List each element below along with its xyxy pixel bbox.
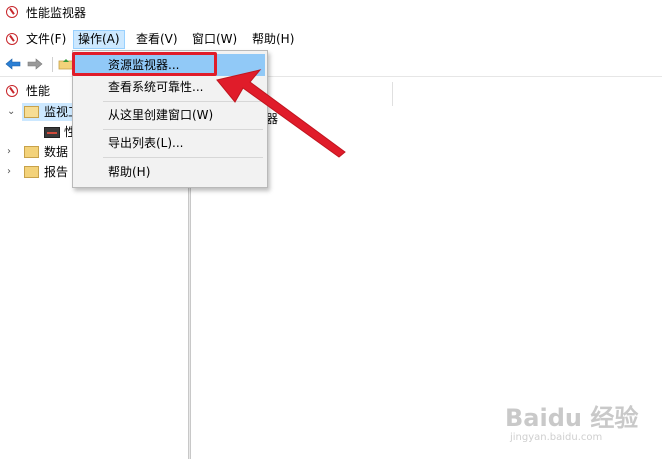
chevron-right-icon[interactable]: › xyxy=(7,147,17,157)
menu-item-help[interactable]: 帮助(H) xyxy=(75,161,265,183)
system-menu-icon[interactable] xyxy=(6,33,18,45)
tree-item-label: 数据 xyxy=(44,145,69,159)
forward-arrow-icon[interactable] xyxy=(27,58,43,70)
menu-file[interactable]: 文件(F) xyxy=(22,31,70,48)
menu-bar: 文件(F) 操作(A) 查看(V) 窗口(W) 帮助(H) xyxy=(0,28,662,50)
back-arrow-icon[interactable] xyxy=(5,58,21,70)
highlight-box xyxy=(72,52,217,76)
baidu-watermark: Baidu 经验 xyxy=(505,398,638,433)
menu-view[interactable]: 查看(V) xyxy=(132,31,182,48)
red-arrow-icon xyxy=(216,69,346,158)
folder-icon xyxy=(24,106,39,118)
menu-action[interactable]: 操作(A) xyxy=(73,30,125,49)
folder-icon xyxy=(24,146,39,158)
performance-monitor-icon xyxy=(6,6,18,18)
watermark-url: jingyan.baidu.com xyxy=(510,432,603,443)
tree-item-label: 报告 xyxy=(44,165,69,179)
toolbar-separator xyxy=(52,57,53,72)
chevron-right-icon[interactable]: › xyxy=(7,167,17,177)
report-folder-icon xyxy=(24,166,39,178)
performance-icon xyxy=(6,85,18,97)
title-bar: 性能监视器 xyxy=(0,0,662,24)
tree-item-label: 性能 xyxy=(26,84,51,98)
chart-icon xyxy=(44,127,60,138)
chevron-down-icon[interactable]: ⌄ xyxy=(7,107,17,117)
column-separator xyxy=(392,82,393,106)
window-title: 性能监视器 xyxy=(26,6,87,20)
watermark-text: Baidu 经验 xyxy=(505,404,639,432)
menu-window[interactable]: 窗口(W) xyxy=(188,31,241,48)
menu-help[interactable]: 帮助(H) xyxy=(248,31,298,48)
